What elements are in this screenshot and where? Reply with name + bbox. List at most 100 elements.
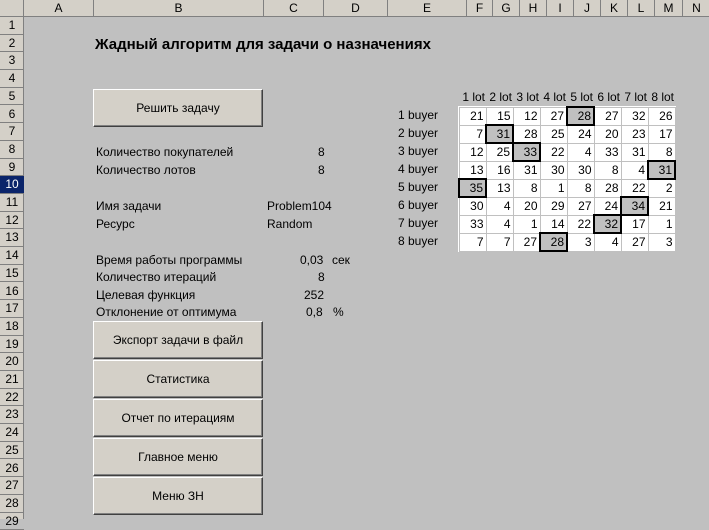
matrix-cell[interactable]: 27 [620, 232, 649, 252]
matrix-cell[interactable]: 20 [512, 196, 541, 216]
column-header-d[interactable]: D [324, 0, 388, 17]
matrix-cell[interactable]: 29 [539, 196, 568, 216]
matrix-cell[interactable]: 30 [539, 160, 568, 180]
matrix-cell[interactable]: 8 [593, 160, 622, 180]
matrix-cell[interactable]: 27 [512, 232, 541, 252]
matrix-cell[interactable]: 25 [485, 142, 514, 162]
row-header-24[interactable]: 24 [0, 424, 24, 442]
matrix-cell[interactable]: 27 [539, 106, 568, 126]
row-header-13[interactable]: 13 [0, 229, 24, 248]
row-header-12[interactable]: 12 [0, 212, 24, 230]
matrix-cell[interactable]: 16 [485, 160, 514, 180]
matrix-cell[interactable]: 24 [566, 124, 595, 144]
assigned-cell[interactable]: 33 [512, 142, 541, 162]
matrix-cell[interactable]: 7 [485, 232, 514, 252]
main-menu-button[interactable]: Главное меню [93, 438, 263, 476]
matrix-cell[interactable]: 8 [512, 178, 541, 198]
row-header-16[interactable]: 16 [0, 283, 24, 301]
row-header-9[interactable]: 9 [0, 159, 24, 177]
matrix-cell[interactable]: 32 [620, 106, 649, 126]
matrix-cell[interactable]: 4 [620, 160, 649, 180]
row-header-14[interactable]: 14 [0, 247, 24, 265]
matrix-cell[interactable]: 1 [512, 214, 541, 234]
column-header-n[interactable]: N [683, 0, 709, 17]
column-header-g[interactable]: G [493, 0, 520, 17]
matrix-cell[interactable]: 22 [620, 178, 649, 198]
column-header-f[interactable]: F [467, 0, 493, 17]
matrix-cell[interactable]: 15 [485, 106, 514, 126]
matrix-cell[interactable]: 24 [593, 196, 622, 216]
row-header-6[interactable]: 6 [0, 106, 24, 124]
assigned-cell[interactable]: 28 [539, 232, 568, 252]
row-header-11[interactable]: 11 [0, 194, 24, 212]
matrix-cell[interactable]: 21 [458, 106, 487, 126]
solve-button[interactable]: Решить задачу [93, 89, 263, 127]
column-header-j[interactable]: J [574, 0, 601, 17]
row-header-5[interactable]: 5 [0, 88, 24, 106]
matrix-cell[interactable]: 13 [485, 178, 514, 198]
matrix-cell[interactable]: 8 [647, 142, 676, 162]
row-header-8[interactable]: 8 [0, 141, 24, 159]
zn-menu-button[interactable]: Меню ЗН [93, 477, 263, 515]
matrix-cell[interactable]: 27 [593, 106, 622, 126]
select-all-corner[interactable] [0, 0, 24, 17]
matrix-cell[interactable]: 30 [566, 160, 595, 180]
matrix-cell[interactable]: 33 [593, 142, 622, 162]
matrix-cell[interactable]: 23 [620, 124, 649, 144]
assigned-cell[interactable]: 31 [647, 160, 676, 180]
matrix-cell[interactable]: 12 [512, 106, 541, 126]
row-header-26[interactable]: 26 [0, 460, 24, 478]
matrix-cell[interactable]: 28 [593, 178, 622, 198]
matrix-cell[interactable]: 4 [593, 232, 622, 252]
matrix-cell[interactable]: 12 [458, 142, 487, 162]
column-header-e[interactable]: E [388, 0, 467, 17]
matrix-cell[interactable]: 4 [485, 214, 514, 234]
row-header-28[interactable]: 28 [0, 495, 24, 513]
matrix-cell[interactable]: 22 [566, 214, 595, 234]
row-header-21[interactable]: 21 [0, 371, 24, 389]
column-header-b[interactable]: B [94, 0, 264, 17]
matrix-cell[interactable]: 27 [566, 196, 595, 216]
row-header-1[interactable]: 1 [0, 17, 24, 35]
column-header-h[interactable]: H [520, 0, 547, 17]
matrix-cell[interactable]: 14 [539, 214, 568, 234]
assigned-cell[interactable]: 31 [485, 124, 514, 144]
row-header-7[interactable]: 7 [0, 123, 24, 141]
row-header-4[interactable]: 4 [0, 70, 24, 88]
row-header-23[interactable]: 23 [0, 406, 24, 425]
matrix-cell[interactable]: 17 [647, 124, 676, 144]
matrix-cell[interactable]: 8 [566, 178, 595, 198]
assigned-cell[interactable]: 35 [458, 178, 487, 198]
matrix-cell[interactable]: 31 [512, 160, 541, 180]
row-header-27[interactable]: 27 [0, 477, 24, 495]
row-header-25[interactable]: 25 [0, 442, 24, 460]
row-header-18[interactable]: 18 [0, 318, 24, 336]
matrix-cell[interactable]: 3 [647, 232, 676, 252]
row-header-17[interactable]: 17 [0, 300, 24, 318]
matrix-cell[interactable]: 3 [566, 232, 595, 252]
matrix-cell[interactable]: 4 [566, 142, 595, 162]
row-header-29[interactable]: 29 [0, 513, 24, 530]
statistics-button[interactable]: Статистика [93, 360, 263, 398]
matrix-cell[interactable]: 1 [539, 178, 568, 198]
matrix-cell[interactable]: 20 [593, 124, 622, 144]
row-header-19[interactable]: 19 [0, 336, 24, 354]
row-header-3[interactable]: 3 [0, 52, 24, 71]
matrix-cell[interactable]: 26 [647, 106, 676, 126]
column-header-a[interactable]: A [24, 0, 94, 17]
matrix-cell[interactable]: 7 [458, 232, 487, 252]
iterations-report-button[interactable]: Отчет по итерациям [93, 399, 263, 437]
row-header-10[interactable]: 10 [0, 176, 24, 194]
matrix-cell[interactable]: 1 [647, 214, 676, 234]
column-header-c[interactable]: C [264, 0, 324, 17]
matrix-cell[interactable]: 28 [512, 124, 541, 144]
matrix-cell[interactable]: 7 [458, 124, 487, 144]
column-header-k[interactable]: K [601, 0, 628, 17]
matrix-cell[interactable]: 25 [539, 124, 568, 144]
column-header-l[interactable]: L [628, 0, 655, 17]
matrix-cell[interactable]: 17 [620, 214, 649, 234]
matrix-cell[interactable]: 21 [647, 196, 676, 216]
column-header-i[interactable]: I [547, 0, 574, 17]
assigned-cell[interactable]: 32 [593, 214, 622, 234]
matrix-cell[interactable]: 2 [647, 178, 676, 198]
